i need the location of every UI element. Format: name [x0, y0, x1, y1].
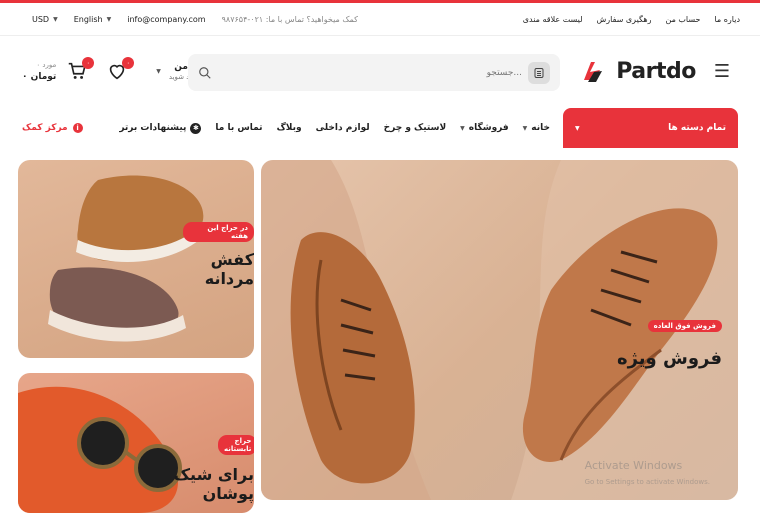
cart-items-count: ۰ مورد: [36, 61, 56, 71]
info-icon: i: [73, 123, 83, 133]
nav-item-tires[interactable]: لاستیک و چرخ: [384, 123, 447, 133]
chevron-down-icon: ▼: [53, 16, 58, 23]
banner-title: برای شیک پوشان: [132, 465, 254, 503]
search-bar: [188, 54, 560, 91]
topbar-links: دیاره ما حساب من رهگیری سفارش لیست علاقه…: [523, 15, 740, 24]
banner-title: فروش ویژه: [617, 348, 722, 369]
chevron-down-icon: ▼: [523, 125, 528, 132]
banner-fashion[interactable]: حراج تابستانه برای شیک پوشان: [18, 373, 254, 513]
topbar-link-about[interactable]: دیاره ما: [714, 15, 740, 24]
search-icon[interactable]: [198, 66, 212, 80]
cart-badge: ۰: [82, 57, 94, 69]
all-categories-label: تمام دسته ها: [668, 123, 726, 133]
banner-title: کفش مردانه: [158, 250, 254, 288]
sale-tag: حراج تابستانه: [218, 435, 254, 455]
nav-item-interior[interactable]: لوازم داخلی: [316, 123, 370, 133]
cart-summary[interactable]: ۰ مورد ۰ تومان: [22, 61, 56, 83]
nav-label: پیشنهادات برتر: [119, 123, 186, 133]
watermark-line1: Activate Windows: [585, 459, 710, 473]
help-phone-text: کمک میخواهید؟ تماس با ما: ۰۲۱-۹۸۷۶۵۴: [222, 15, 358, 24]
search-input[interactable]: [218, 68, 522, 78]
logo-area: Partdo ☰: [580, 58, 730, 84]
sale-tag: فروش فوق العاده: [648, 320, 722, 332]
nav-label: فروشگاه: [469, 123, 509, 133]
topbar: USD ▼ English ▼ info@company.com کمک میخوا…: [0, 3, 760, 36]
nav-item-contact[interactable]: تماس با ما: [215, 123, 262, 133]
navbar: i مرکز کمک خانه▼ فروشگاه▼ لاستیک و چرخ ل…: [0, 108, 760, 148]
help-center-link[interactable]: i مرکز کمک: [22, 123, 83, 133]
currency-label: USD: [32, 15, 49, 24]
chevron-down-icon: ▼: [156, 68, 161, 75]
logo-text[interactable]: Partdo: [616, 59, 696, 84]
wishlist-button[interactable]: ۰: [106, 60, 130, 84]
header: ۰ مورد ۰ تومان ۰ ۰ ▼ حساب من سلام , وارد…: [0, 36, 760, 108]
topbar-link-wishlist[interactable]: لیست علاقه مندی: [523, 15, 583, 24]
nav-label: وبلاگ: [277, 123, 302, 133]
nav-item-blog[interactable]: وبلاگ: [277, 123, 302, 133]
cart-total: ۰ تومان: [22, 71, 56, 84]
sale-tag: در حراج این هفته: [183, 222, 254, 242]
all-categories-button[interactable]: تمام دسته ها ▼: [563, 108, 738, 148]
category-icon[interactable]: [528, 62, 550, 84]
nav-item-shop[interactable]: فروشگاه ▼: [460, 123, 509, 133]
language-label: English: [74, 15, 103, 24]
topbar-left: USD ▼ English ▼ info@company.com کمک میخوا…: [32, 15, 358, 24]
chevron-down-icon: ▼: [107, 16, 112, 23]
nav-label: تماس با ما: [215, 123, 262, 133]
cart-button[interactable]: ۰: [66, 60, 90, 84]
menu-icon[interactable]: ☰: [714, 61, 730, 82]
nav-label: لاستیک و چرخ: [384, 123, 447, 133]
banner-grid: فروش فوق العاده فروش ویژه در حراج این هف…: [18, 160, 738, 500]
topbar-link-account[interactable]: حساب من: [665, 15, 700, 24]
nav-links: خانه▼ فروشگاه▼ لاستیک و چرخ لوازم داخلی …: [119, 123, 550, 134]
help-center-label: مرکز کمک: [22, 123, 68, 133]
nav-label: خانه: [531, 123, 550, 133]
topbar-link-track-order[interactable]: رهگیری سفارش: [597, 15, 652, 24]
nav-item-home[interactable]: خانه▼: [523, 123, 550, 133]
nav-item-top-offers[interactable]: ✱ پیشنهادات برتر: [119, 123, 201, 134]
grid-icon: [533, 67, 545, 79]
watermark-line2: Go to Settings to activate Windows.: [585, 478, 710, 486]
star-icon: ✱: [190, 123, 201, 134]
chevron-down-icon: ▼: [575, 125, 580, 132]
wishlist-badge: ۰: [122, 57, 134, 69]
windows-watermark: Activate Windows Go to Settings to activ…: [585, 459, 710, 488]
banner-mens-shoes[interactable]: در حراج این هفته کفش مردانه: [18, 160, 254, 358]
email-link[interactable]: info@company.com: [127, 15, 205, 24]
currency-selector[interactable]: USD ▼: [32, 15, 58, 24]
chevron-down-icon: ▼: [460, 125, 465, 132]
logo-icon: [580, 58, 606, 84]
nav-label: لوازم داخلی: [316, 123, 370, 133]
banner-special-sale[interactable]: فروش فوق العاده فروش ویژه: [261, 160, 738, 500]
language-selector[interactable]: English ▼: [74, 15, 112, 24]
